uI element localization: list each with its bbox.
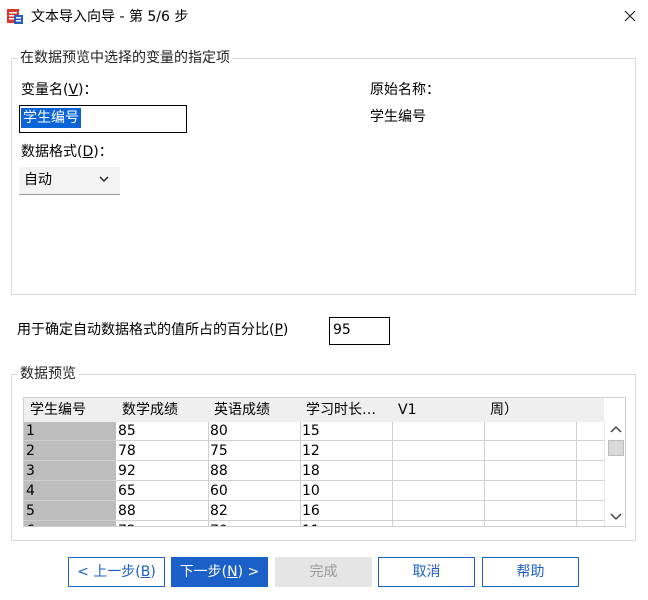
row-number: 1 <box>26 423 35 439</box>
scroll-up-icon[interactable] <box>610 426 622 434</box>
column-header[interactable]: V1 <box>398 401 416 419</box>
help-button[interactable]: 帮助 <box>482 557 579 587</box>
table-cell: 11 <box>302 522 320 526</box>
data-preview-grid[interactable]: 学生编号 数学成绩 英语成绩 学习时长… V1 周） 1 85 80 15 2 … <box>23 397 626 527</box>
variable-spec-legend: 在数据预览中选择的变量的指定项 <box>18 49 232 67</box>
table-cell: 72 <box>118 522 136 526</box>
grid-divider <box>300 422 301 526</box>
table-cell: 12 <box>302 443 320 459</box>
percent-input[interactable]: 95 <box>329 317 390 345</box>
column-header[interactable]: 数学成绩 <box>122 401 178 419</box>
close-button[interactable] <box>612 0 648 32</box>
table-cell: 18 <box>302 463 320 479</box>
table-cell: 92 <box>118 463 136 479</box>
var-name-selected-text: 学生编号 <box>21 108 81 128</box>
grid-divider <box>484 422 485 526</box>
window-title: 文本导入向导 - 第 5/6 步 <box>31 9 189 25</box>
column-header[interactable]: 学习时长… <box>306 401 376 419</box>
table-cell: 70 <box>210 522 228 526</box>
vertical-scrollbar[interactable] <box>604 422 625 526</box>
finish-button[interactable]: 完成 <box>275 557 372 587</box>
cancel-button[interactable]: 取消 <box>378 557 475 587</box>
close-icon <box>624 10 636 22</box>
row-number: 4 <box>26 483 35 499</box>
spss-wizard-icon <box>7 9 23 24</box>
table-cell: 78 <box>118 443 136 459</box>
table-row[interactable]: 5 88 82 16 <box>24 502 604 521</box>
table-row[interactable]: 4 65 60 10 <box>24 482 604 501</box>
percent-label: 用于确定自动数据格式的值所占的百分比(P) <box>17 322 289 338</box>
var-name-label: 变量名(V)： <box>21 82 98 98</box>
row-number: 3 <box>26 463 35 479</box>
row-number: 5 <box>26 503 35 519</box>
table-row[interactable]: 6 72 70 11 <box>24 522 604 526</box>
table-cell: 65 <box>118 483 136 499</box>
row-number: 6 <box>26 522 35 526</box>
table-row[interactable]: 3 92 88 18 <box>24 462 604 481</box>
table-cell: 10 <box>302 483 320 499</box>
scroll-down-icon[interactable] <box>610 512 622 520</box>
grid-divider <box>208 422 209 526</box>
table-cell: 60 <box>210 483 228 499</box>
grid-divider <box>392 422 393 526</box>
next-button[interactable]: 下一步(N) > <box>171 557 268 587</box>
row-number: 2 <box>26 443 35 459</box>
original-name-label: 原始名称： <box>370 82 440 98</box>
data-format-select[interactable]: 自动 <box>19 167 120 195</box>
data-format-value: 自动 <box>24 172 52 188</box>
var-name-input[interactable]: 学生编号 <box>19 105 187 133</box>
column-header[interactable]: 英语成绩 <box>214 401 270 419</box>
data-preview-legend: 数据预览 <box>18 365 78 383</box>
table-cell: 88 <box>210 463 228 479</box>
data-format-label: 数据格式(D)： <box>21 144 113 160</box>
table-cell: 85 <box>118 423 136 439</box>
column-header[interactable]: 周） <box>490 401 518 419</box>
table-cell: 75 <box>210 443 228 459</box>
table-cell: 15 <box>302 423 320 439</box>
chevron-down-icon <box>99 176 109 182</box>
grid-header-row: 学生编号 数学成绩 英语成绩 学习时长… V1 周） <box>24 398 604 422</box>
table-cell: 82 <box>210 503 228 519</box>
table-row[interactable]: 1 85 80 15 <box>24 422 604 441</box>
original-name-value: 学生编号 <box>370 109 426 125</box>
table-cell: 80 <box>210 423 228 439</box>
grid-divider <box>576 422 577 526</box>
title-bar: 文本导入向导 - 第 5/6 步 <box>0 0 648 34</box>
column-header[interactable]: 学生编号 <box>30 401 86 419</box>
scrollbar-thumb[interactable] <box>608 440 624 456</box>
prev-button[interactable]: < 上一步(B) <box>68 557 165 587</box>
table-cell: 16 <box>302 503 320 519</box>
table-row[interactable]: 2 78 75 12 <box>24 442 604 461</box>
table-cell: 88 <box>118 503 136 519</box>
